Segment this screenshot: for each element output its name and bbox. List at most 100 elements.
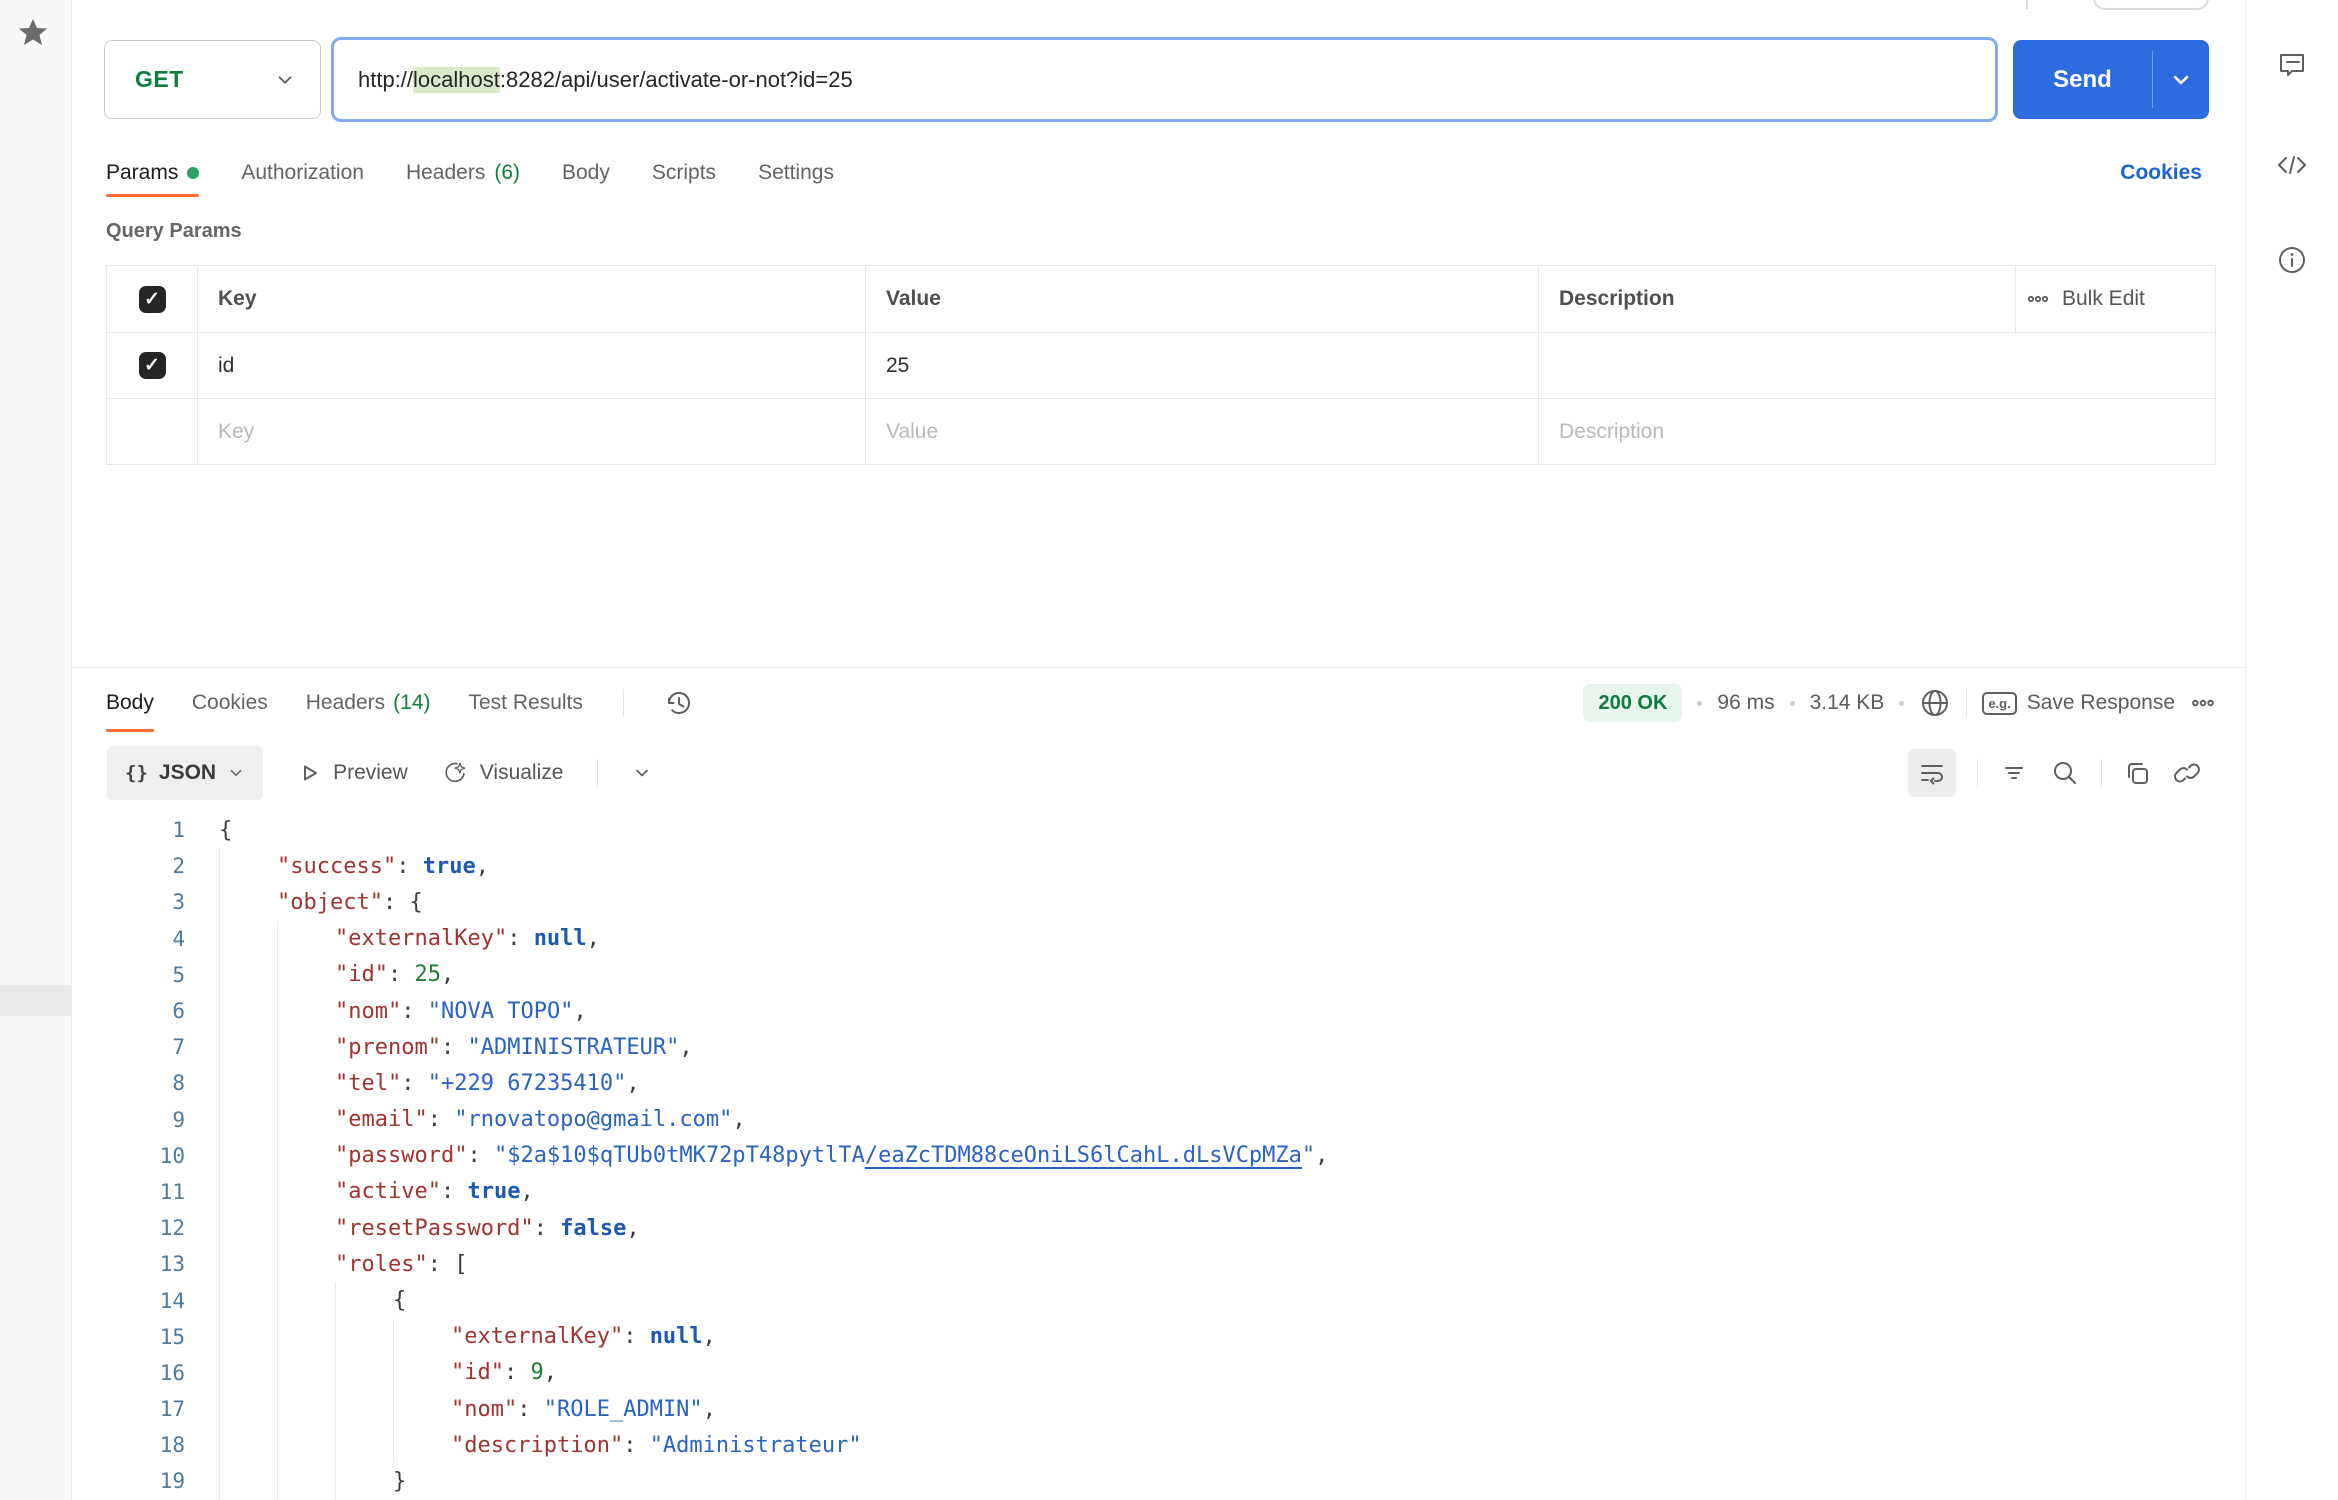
url-highlight: localhost	[413, 67, 500, 93]
indent-guide	[277, 1355, 335, 1391]
tab-body[interactable]: Body	[562, 150, 610, 195]
filter-button[interactable]	[1999, 758, 2029, 788]
code-token: "+229 67235410"	[428, 1065, 627, 1101]
code-token: ,	[476, 848, 489, 884]
code-token: :	[517, 1391, 544, 1427]
code-token: :	[623, 1427, 650, 1463]
divider	[597, 759, 598, 787]
indent-guide	[219, 1138, 277, 1174]
tab-response-cookies[interactable]: Cookies	[192, 676, 268, 730]
method-select[interactable]: GET	[104, 40, 321, 119]
code-line: 8"tel": "+229 67235410",	[73, 1065, 2245, 1101]
line-number: 15	[73, 1325, 185, 1349]
indent-guide	[277, 1282, 335, 1318]
tab-response-headers[interactable]: Headers (14)	[306, 676, 431, 730]
code-line: 2"success": true,	[73, 848, 2245, 884]
tab-label: Body	[106, 691, 154, 715]
code-line: 5"id": 25,	[73, 957, 2245, 993]
request-tabs: Params Authorization Headers (6) Body Sc…	[106, 150, 834, 195]
url-prefix: http://	[358, 67, 413, 93]
code-text: "resetPassword": false,	[219, 1210, 640, 1246]
chevron-down-icon[interactable]	[632, 763, 652, 783]
code-text: }	[219, 1463, 406, 1499]
preview-button[interactable]: Preview	[297, 761, 408, 785]
line-number: 1	[73, 818, 185, 842]
code-icon[interactable]	[2275, 148, 2309, 182]
copy-icon	[2123, 759, 2151, 787]
tab-headers[interactable]: Headers (6)	[406, 150, 520, 195]
code-line: 19}	[73, 1463, 2245, 1499]
code-line: 10"password": "$2a$10$qTUb0tMK72pT48pytl…	[73, 1138, 2245, 1174]
code-link-token[interactable]: /eaZcTDM88ceOniLS6lCahL.dLsVCpMZa	[865, 1138, 1302, 1174]
new-key-field[interactable]: Key	[198, 399, 866, 464]
tab-params[interactable]: Params	[106, 150, 199, 195]
new-description-field[interactable]: Description	[1539, 399, 2217, 464]
indent-guide	[393, 1319, 451, 1355]
param-checkbox[interactable]	[139, 352, 166, 379]
param-description-field[interactable]	[1539, 333, 2217, 398]
code-token: "id"	[451, 1355, 504, 1391]
code-token: ,	[544, 1355, 557, 1391]
code-token: "password"	[335, 1138, 467, 1174]
code-token: : [	[428, 1246, 468, 1282]
search-button[interactable]	[2050, 758, 2080, 788]
param-key-field[interactable]: id	[198, 333, 866, 398]
url-input[interactable]: http://localhost:8282/api/user/activate-…	[331, 37, 1998, 122]
line-number: 13	[73, 1252, 185, 1276]
visualize-button[interactable]: Visualize	[442, 760, 564, 786]
code-line: 13"roles": [	[73, 1246, 2245, 1282]
code-token: ,	[703, 1319, 716, 1355]
send-button[interactable]: Send	[2013, 40, 2209, 119]
status-badge: 200 OK	[1583, 684, 1682, 722]
copy-button[interactable]	[2123, 759, 2151, 787]
code-text: "object": {	[219, 884, 423, 920]
code-token: :	[467, 1138, 494, 1174]
tab-response-body[interactable]: Body	[106, 676, 154, 730]
code-token: }	[393, 1463, 406, 1499]
tab-authorization[interactable]: Authorization	[241, 150, 364, 195]
wrap-text-icon	[1918, 759, 1946, 787]
send-options-button[interactable]	[2153, 40, 2209, 119]
star-icon[interactable]	[17, 16, 49, 48]
code-token: "email"	[335, 1102, 428, 1138]
param-value-field[interactable]: 25	[866, 333, 1539, 398]
comments-icon[interactable]	[2275, 48, 2309, 82]
bulk-edit-label: Bulk Edit	[2062, 287, 2145, 311]
indent-guide	[219, 1319, 277, 1355]
tab-scripts[interactable]: Scripts	[652, 150, 716, 195]
tab-label: Scripts	[652, 161, 716, 185]
line-number: 4	[73, 927, 185, 951]
tab-label: Test Results	[469, 691, 583, 715]
globe-icon[interactable]	[1919, 687, 1951, 719]
code-token: true	[467, 1174, 520, 1210]
link-button[interactable]	[2172, 758, 2202, 788]
info-icon[interactable]	[2275, 243, 2309, 277]
wrap-text-button[interactable]	[1908, 749, 1956, 797]
indent-guide	[219, 1174, 277, 1210]
chevron-down-icon	[274, 69, 296, 91]
tab-test-results[interactable]: Test Results	[469, 676, 583, 730]
indent-guide	[219, 1246, 277, 1282]
indent-guide	[277, 993, 335, 1029]
new-value-field[interactable]: Value	[866, 399, 1539, 464]
more-options-icon[interactable]	[2190, 690, 2216, 716]
cookies-link[interactable]: Cookies	[2120, 150, 2202, 195]
indent-guide	[277, 1065, 335, 1101]
save-response-button[interactable]: e.g. Save Response	[1982, 691, 2175, 715]
bulk-edit-button[interactable]: Bulk Edit	[2016, 266, 2217, 332]
line-number: 14	[73, 1289, 185, 1313]
indent-guide	[393, 1427, 451, 1463]
code-token: ,	[573, 993, 586, 1029]
format-select[interactable]: {} JSON	[107, 746, 263, 800]
indent-guide	[335, 1319, 393, 1355]
tab-label: Params	[106, 161, 178, 185]
tab-settings[interactable]: Settings	[758, 150, 834, 195]
code-text: "description": "Administrateur"	[219, 1427, 862, 1463]
code-text: "password": "$2a$10$qTUb0tMK72pT48pytlTA…	[219, 1138, 1328, 1174]
history-icon[interactable]	[662, 687, 694, 719]
indent-guide	[219, 848, 277, 884]
tab-label: Headers	[406, 161, 485, 185]
select-all-checkbox[interactable]	[139, 286, 166, 313]
indent-guide	[277, 921, 335, 957]
indent-guide	[335, 1463, 393, 1499]
